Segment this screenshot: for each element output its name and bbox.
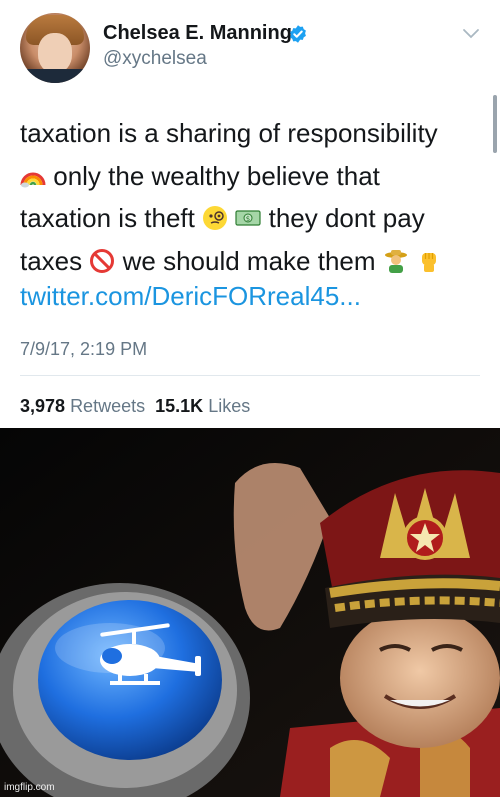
watermark: imgflip.com: [4, 782, 55, 793]
text-line-4: they dont pay: [268, 203, 425, 233]
timestamp[interactable]: 7/9/17, 2:19 PM: [20, 339, 147, 360]
handle[interactable]: @xychelsea: [103, 48, 207, 70]
tweet-stats: 3,978 Retweets 15.1K Likes: [20, 396, 250, 417]
retweet-label[interactable]: Retweets: [70, 396, 145, 416]
prohibited-emoji: [90, 248, 115, 273]
divider: [20, 375, 480, 376]
meme-image: imgflip.com: [0, 428, 500, 797]
raised-fist-emoji: [422, 252, 436, 272]
tweet-text: taxation is a sharing of responsibility …: [20, 112, 490, 282]
display-name[interactable]: Chelsea E. Manning: [103, 22, 292, 45]
text-line-1: taxation is a sharing of responsibility: [20, 118, 438, 148]
retweet-count[interactable]: 3,978: [20, 396, 65, 416]
text-line-3: taxation is theft: [20, 203, 195, 233]
tweet-link[interactable]: twitter.com/DericFORreal45...: [20, 281, 361, 312]
text-line-2: only the wealthy believe that: [53, 160, 380, 191]
like-count[interactable]: 15.1K: [155, 396, 203, 416]
scrollbar-thumb[interactable]: [493, 95, 497, 153]
svg-text:$: $: [246, 215, 250, 223]
chevron-down-icon[interactable]: [462, 28, 480, 40]
text-line-6: we should make them: [122, 245, 376, 276]
text-line-5: taxes: [20, 245, 83, 276]
like-label[interactable]: Likes: [208, 396, 250, 416]
tweet-card: Chelsea E. Manning @xychelsea taxation i…: [0, 0, 500, 428]
dollar-banknote-emoji: $: [235, 210, 261, 226]
face-with-monocle-emoji: [203, 206, 228, 230]
meme-illustration: [0, 428, 500, 797]
rainbow-emoji: [20, 172, 46, 187]
verified-badge-icon: [290, 25, 306, 43]
farmer-emoji: [384, 249, 407, 273]
avatar[interactable]: [20, 13, 90, 83]
